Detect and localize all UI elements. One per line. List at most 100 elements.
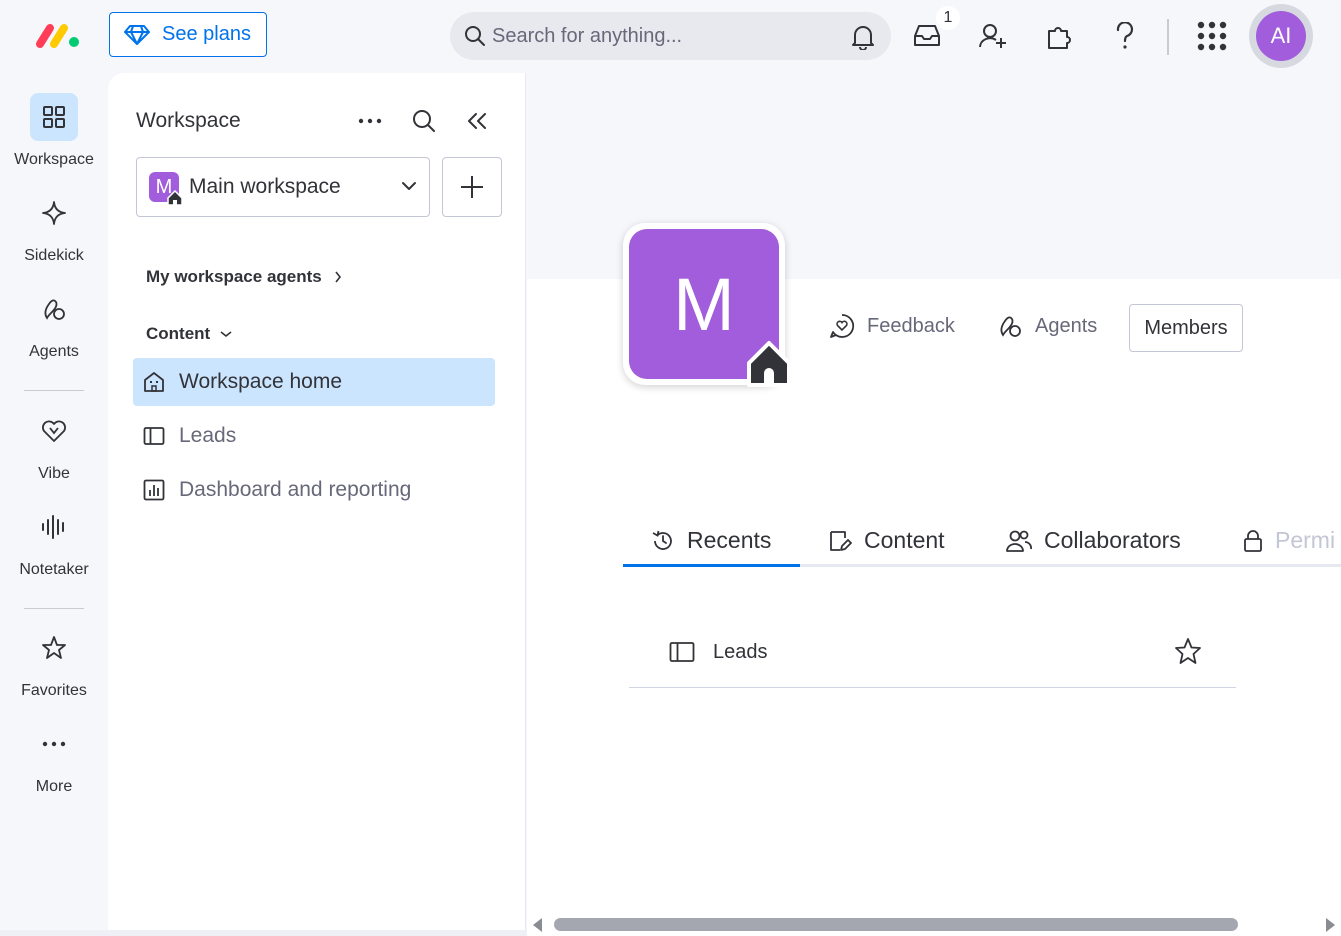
inbox-badge: 1 bbox=[936, 6, 960, 30]
avatar: AI bbox=[1256, 11, 1306, 61]
diamond-icon bbox=[124, 24, 150, 45]
nav-item-leads[interactable]: Leads bbox=[133, 412, 495, 460]
tab-permissions[interactable]: Permi bbox=[1243, 517, 1335, 564]
profile-avatar-button[interactable]: AI bbox=[1249, 4, 1313, 68]
monday-logo[interactable] bbox=[34, 22, 82, 50]
content-icon bbox=[830, 530, 852, 551]
rail-label: Notetaker bbox=[19, 561, 89, 578]
puzzle-icon bbox=[1048, 27, 1071, 49]
heart-icon bbox=[30, 407, 78, 455]
invite-button[interactable] bbox=[975, 18, 1011, 54]
scroll-thumb[interactable] bbox=[554, 918, 1238, 931]
help-button[interactable] bbox=[1107, 18, 1143, 54]
workspace-badge: M bbox=[149, 172, 183, 206]
content-section-label: Content bbox=[146, 324, 211, 343]
board-icon bbox=[669, 642, 695, 662]
building-icon bbox=[144, 372, 164, 392]
collapse-panel-button[interactable] bbox=[461, 105, 493, 137]
app-switcher-button[interactable] bbox=[1194, 18, 1230, 54]
tab-label: Collaborators bbox=[1044, 527, 1181, 553]
rail-label: Workspace bbox=[14, 151, 94, 168]
more-dots-icon bbox=[30, 720, 78, 768]
workspace-logo[interactable]: M bbox=[623, 223, 791, 387]
horizontal-scrollbar[interactable] bbox=[527, 913, 1341, 936]
tab-label: Content bbox=[864, 527, 945, 553]
rail-divider bbox=[24, 390, 84, 391]
tab-recents[interactable]: Recents bbox=[623, 517, 800, 567]
agents-icon bbox=[30, 285, 78, 333]
nav-item-label: Leads bbox=[179, 424, 237, 447]
workspace-name: Main workspace bbox=[189, 175, 341, 198]
chevron-right-icon bbox=[335, 271, 341, 283]
workspace-selector[interactable]: M Main workspace bbox=[136, 157, 430, 217]
search-icon bbox=[465, 26, 485, 46]
feedback-button[interactable]: Feedback bbox=[829, 313, 955, 339]
add-user-icon bbox=[979, 24, 1006, 48]
home-icon bbox=[167, 190, 183, 206]
scroll-left-arrow[interactable] bbox=[533, 918, 542, 932]
search-icon bbox=[413, 110, 435, 132]
workspace-grid-icon bbox=[30, 93, 78, 141]
home-icon bbox=[747, 341, 791, 387]
see-plans-label: See plans bbox=[162, 23, 251, 45]
favorite-star-icon[interactable] bbox=[1174, 637, 1202, 665]
nav-item-dashboard[interactable]: Dashboard and reporting bbox=[133, 466, 495, 514]
waveform-icon bbox=[30, 503, 78, 551]
nav-item-workspace-home[interactable]: Workspace home bbox=[133, 358, 495, 406]
tab-label: Recents bbox=[687, 527, 772, 553]
bottom-strip bbox=[0, 930, 527, 936]
tab-content[interactable]: Content bbox=[828, 517, 945, 564]
double-chevron-left-icon bbox=[468, 113, 486, 129]
rail-label: Sidekick bbox=[24, 247, 84, 264]
plus-icon bbox=[461, 176, 483, 198]
workspace-agents-label: My workspace agents bbox=[146, 267, 322, 286]
workspace-panel: Workspace M Main workspace My workspace … bbox=[108, 73, 526, 930]
topbar-divider bbox=[1167, 19, 1169, 55]
agents-button[interactable]: Agents bbox=[997, 313, 1097, 339]
scroll-right-arrow[interactable] bbox=[1326, 918, 1335, 932]
rail-item-agents[interactable]: Agents bbox=[0, 285, 108, 361]
inbox-icon bbox=[914, 25, 940, 46]
people-icon bbox=[1006, 530, 1032, 552]
panel-more-button[interactable] bbox=[354, 105, 386, 137]
rail-label: More bbox=[35, 778, 73, 795]
star-icon bbox=[30, 624, 78, 672]
rail-item-notetaker[interactable]: Notetaker bbox=[0, 503, 108, 579]
nav-item-label: Workspace home bbox=[179, 370, 343, 393]
tab-label: Permi bbox=[1275, 527, 1336, 553]
rail-item-vibe[interactable]: Vibe bbox=[0, 407, 108, 483]
bell-icon[interactable] bbox=[851, 24, 875, 50]
feedback-label: Feedback bbox=[867, 314, 955, 337]
left-rail: Workspace Sidekick Agents Vibe Notetaker… bbox=[0, 73, 108, 936]
rail-label: Vibe bbox=[38, 465, 70, 482]
rail-divider bbox=[24, 608, 84, 609]
recent-item-label: Leads bbox=[713, 640, 768, 663]
search-input[interactable] bbox=[492, 24, 822, 48]
workspace-main: M Feedback Agents Members Recents Conten… bbox=[527, 73, 1341, 930]
workspace-agents-link[interactable]: My workspace agents bbox=[146, 267, 342, 287]
content-section-toggle[interactable]: Content bbox=[146, 324, 232, 344]
panel-search-button[interactable] bbox=[408, 105, 440, 137]
rail-item-sidekick[interactable]: Sidekick bbox=[0, 189, 108, 265]
chevron-down-icon bbox=[402, 182, 416, 190]
members-button[interactable]: Members bbox=[1129, 304, 1243, 352]
see-plans-button[interactable]: See plans bbox=[109, 12, 267, 57]
nav-item-label: Dashboard and reporting bbox=[179, 478, 412, 501]
rail-item-workspace[interactable]: Workspace bbox=[0, 93, 108, 169]
top-bar: See plans 1 bbox=[0, 0, 1341, 73]
apps-button[interactable] bbox=[1041, 18, 1077, 54]
rail-label: Favorites bbox=[21, 682, 87, 699]
panel-title: Workspace bbox=[136, 109, 241, 132]
add-item-button[interactable] bbox=[442, 157, 502, 217]
rail-item-favorites[interactable]: Favorites bbox=[0, 624, 108, 700]
chevron-down-icon bbox=[220, 331, 232, 338]
search-bar[interactable] bbox=[450, 12, 891, 60]
feedback-icon bbox=[830, 314, 855, 338]
history-icon bbox=[652, 530, 672, 550]
agents-icon bbox=[1000, 316, 1021, 337]
rail-item-more[interactable]: More bbox=[0, 720, 108, 796]
rail-label: Agents bbox=[29, 343, 79, 360]
recent-item[interactable]: Leads bbox=[629, 617, 1236, 688]
tab-collaborators[interactable]: Collaborators bbox=[1006, 517, 1181, 564]
sparkle-icon bbox=[30, 189, 78, 237]
